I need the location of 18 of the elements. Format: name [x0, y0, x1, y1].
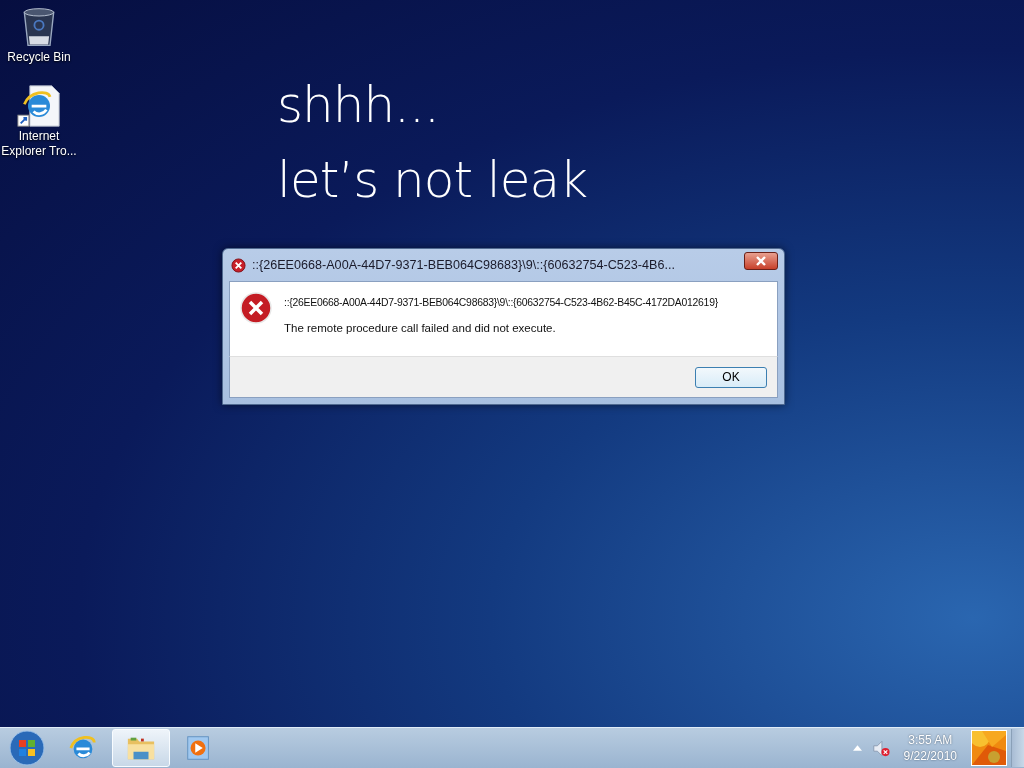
speaker-icon[interactable] [871, 739, 890, 757]
dialog-title: ::{26EE0668-A00A-44D7-9371-BEB064C98683}\9\::{60632754-C523-4B6... [252, 258, 676, 272]
error-message: The remote procedure call failed and did not execute. [284, 322, 557, 334]
error-icon [240, 292, 272, 324]
ok-button[interactable]: OK [695, 366, 767, 388]
close-icon [755, 256, 767, 266]
show-hidden-icons-button[interactable] [852, 745, 862, 751]
taskbar-button[interactable] [112, 729, 170, 767]
error-path-text: ::{26EE0668-A00A-44D7-9371-BEB064C98683}\9\::{60632754-C523-4B62-B45C-4172DA012619} [284, 297, 718, 308]
close-button[interactable] [744, 252, 778, 270]
desktop-icon-label[interactable]: Internet Explorer Tro... [1, 129, 77, 159]
error-icon [231, 257, 246, 273]
internet-explorer-shortcut-icon[interactable] [17, 83, 61, 129]
start-button[interactable] [9, 730, 45, 766]
desktop-icon-label[interactable]: Recycle Bin [1, 50, 77, 65]
wallpaper-text: shhh... [277, 75, 440, 136]
wallpaper-text: let’s not leak [277, 150, 588, 211]
show-desktop-button[interactable] [1011, 729, 1024, 767]
